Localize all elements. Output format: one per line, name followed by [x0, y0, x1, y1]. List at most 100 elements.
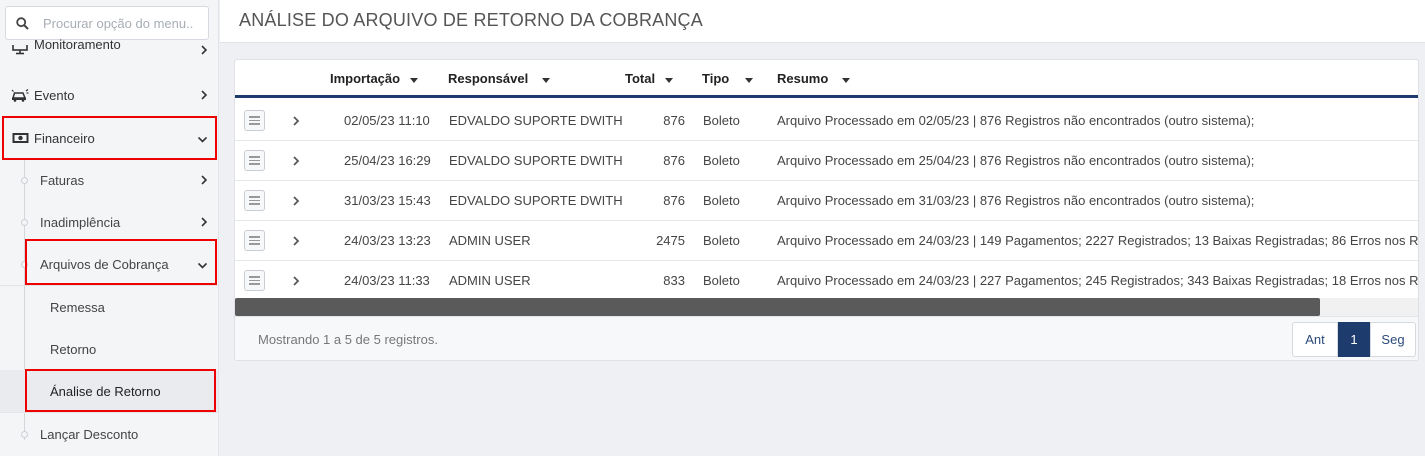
column-header-total[interactable]: Total	[625, 71, 674, 86]
money-icon	[10, 131, 30, 145]
cell-total: 876	[663, 153, 685, 168]
column-header-importacao[interactable]: Importação	[330, 71, 419, 86]
sort-caret-icon	[842, 71, 851, 86]
expand-chevron-icon[interactable]	[293, 154, 300, 169]
table-row: 02/05/23 11:10 EDVALDO SUPORTE DWITH 876 Bo…	[235, 101, 1418, 141]
tree-node	[21, 219, 28, 226]
monitor-icon	[10, 44, 30, 58]
cell-tipo: Boleto	[703, 113, 740, 128]
sidebar-item-evento[interactable]: Evento	[0, 75, 218, 115]
column-header-responsavel[interactable]: Responsável	[448, 71, 551, 86]
chevron-right-icon	[201, 215, 208, 230]
column-label: Total	[625, 71, 656, 86]
sidebar-item-financeiro[interactable]: Financeiro	[0, 118, 218, 158]
results-card: Importação Responsável Total Tipo Resumo…	[234, 59, 1419, 361]
cell-importacao: 31/03/23 15:43	[344, 193, 431, 208]
table-row: 25/04/23 16:29 EDVALDO SUPORTE DWITH 876 Bo…	[235, 141, 1418, 181]
expand-chevron-icon[interactable]	[293, 274, 300, 289]
column-header-resumo[interactable]: Resumo	[777, 71, 851, 86]
sidebar-item-label: Ánalise de Retorno	[50, 383, 161, 399]
details-list-icon[interactable]	[244, 270, 265, 291]
details-list-icon[interactable]	[244, 190, 265, 211]
expand-chevron-icon[interactable]	[293, 234, 300, 249]
sidebar-item-label: Arquivos de Cobrança	[40, 256, 169, 272]
sidebar-item-monitoramento[interactable]: Monitoramento	[0, 36, 218, 66]
cell-resumo: Arquivo Processado em 24/03/23 | 149 Pag…	[777, 233, 1419, 248]
cell-total: 876	[663, 113, 685, 128]
sidebar-item-label: Inadimplência	[40, 214, 121, 230]
cell-tipo: Boleto	[703, 193, 740, 208]
table-row: 24/03/23 13:23 ADMIN USER 2475 Boleto Arquiv…	[235, 221, 1419, 261]
details-list-icon[interactable]	[244, 150, 265, 171]
chevron-down-icon	[197, 131, 208, 146]
cell-importacao: 24/03/23 13:23	[344, 233, 431, 248]
sidebar-item-arquivos-cobranca[interactable]: Arquivos de Cobrança	[0, 243, 218, 285]
sidebar-item-analise-retorno[interactable]: Ánalise de Retorno	[0, 370, 218, 412]
sidebar-item-label: Retorno	[50, 341, 97, 357]
expand-chevron-icon[interactable]	[293, 194, 300, 209]
sidebar-item-label: Lançar Desconto	[40, 426, 139, 442]
cell-responsavel: ADMIN USER	[449, 273, 531, 288]
scrollbar-thumb[interactable]	[235, 298, 1320, 316]
page-title: ANÁLISE DO ARQUIVO DE RETORNO DA COBRANÇ…	[239, 10, 703, 30]
sidebar-item-label: Evento	[34, 87, 75, 103]
sidebar: Monitoramento Evento Financeiro Faturas …	[0, 0, 219, 456]
sort-caret-icon	[542, 71, 551, 86]
cell-resumo: Arquivo Processado em 24/03/23 | 227 Pag…	[777, 273, 1419, 288]
cell-importacao: 24/03/23 11:33	[344, 273, 430, 288]
pagination-page-button[interactable]: 1	[1338, 322, 1370, 357]
cell-tipo: Boleto	[703, 233, 740, 248]
car-alert-icon	[10, 88, 30, 102]
sort-caret-icon	[665, 71, 674, 86]
sidebar-item-label: Monitoramento	[34, 36, 121, 52]
menu-search[interactable]	[5, 6, 209, 40]
table-footer: Mostrando 1 a 5 de 5 registros. Ant 1 Se…	[235, 316, 1418, 360]
tree-node	[21, 177, 28, 184]
cell-responsavel: ADMIN USER	[449, 233, 531, 248]
page-header: ANÁLISE DO ARQUIVO DE RETORNO DA COBRANÇ…	[220, 0, 1425, 43]
sidebar-item-remessa[interactable]: Remessa	[0, 286, 218, 328]
table-header: Importação Responsável Total Tipo Resumo	[235, 60, 1418, 98]
cell-importacao: 02/05/23 11:10	[344, 113, 430, 128]
sidebar-item-faturas[interactable]: Faturas	[0, 159, 218, 201]
cell-responsavel: EDVALDO SUPORTE DWITH	[449, 193, 623, 208]
details-list-icon[interactable]	[244, 110, 265, 131]
table-row: 31/03/23 15:43 EDVALDO SUPORTE DWITH 876 Bo…	[235, 181, 1418, 221]
horizontal-scrollbar[interactable]	[235, 298, 1418, 316]
cell-tipo: Boleto	[703, 273, 740, 288]
tree-node	[21, 431, 28, 438]
cell-total: 876	[663, 193, 685, 208]
chevron-right-icon	[201, 88, 208, 103]
cell-total: 2475	[656, 233, 685, 248]
column-label: Responsável	[448, 71, 529, 86]
search-icon	[16, 16, 29, 30]
cell-resumo: Arquivo Processado em 02/05/23 | 876 Reg…	[777, 113, 1255, 128]
sidebar-item-label: Financeiro	[34, 130, 95, 146]
pagination-prev-button[interactable]: Ant	[1292, 322, 1338, 357]
cell-tipo: Boleto	[703, 153, 740, 168]
table-row: 24/03/23 11:33 ADMIN USER 833 Boleto Arquivo…	[235, 261, 1419, 301]
tree-node	[21, 261, 28, 268]
column-label: Importação	[330, 71, 401, 86]
sort-caret-icon	[410, 71, 419, 86]
expand-chevron-icon[interactable]	[293, 114, 300, 129]
details-list-icon[interactable]	[244, 230, 265, 251]
sidebar-item-label: Remessa	[50, 299, 105, 315]
records-info: Mostrando 1 a 5 de 5 registros.	[258, 332, 438, 347]
chevron-right-icon	[201, 43, 208, 58]
chevron-right-icon	[201, 173, 208, 188]
sidebar-item-label: Faturas	[40, 172, 85, 188]
column-label: Tipo	[702, 71, 730, 86]
cell-importacao: 25/04/23 16:29	[344, 153, 431, 168]
menu-search-input[interactable]	[43, 15, 193, 31]
pagination-next-button[interactable]: Seg	[1370, 322, 1416, 357]
sidebar-item-inadimplencia[interactable]: Inadimplência	[0, 201, 218, 243]
cell-total: 833	[663, 273, 685, 288]
cell-resumo: Arquivo Processado em 31/03/23 | 876 Reg…	[777, 193, 1255, 208]
sidebar-item-retorno[interactable]: Retorno	[0, 328, 218, 370]
sort-caret-icon	[745, 71, 754, 86]
column-header-tipo[interactable]: Tipo	[702, 71, 754, 86]
chevron-down-icon	[197, 257, 208, 272]
sidebar-item-lancar-desconto[interactable]: Lançar Desconto	[0, 413, 218, 455]
pagination: Ant 1 Seg	[1292, 322, 1416, 357]
